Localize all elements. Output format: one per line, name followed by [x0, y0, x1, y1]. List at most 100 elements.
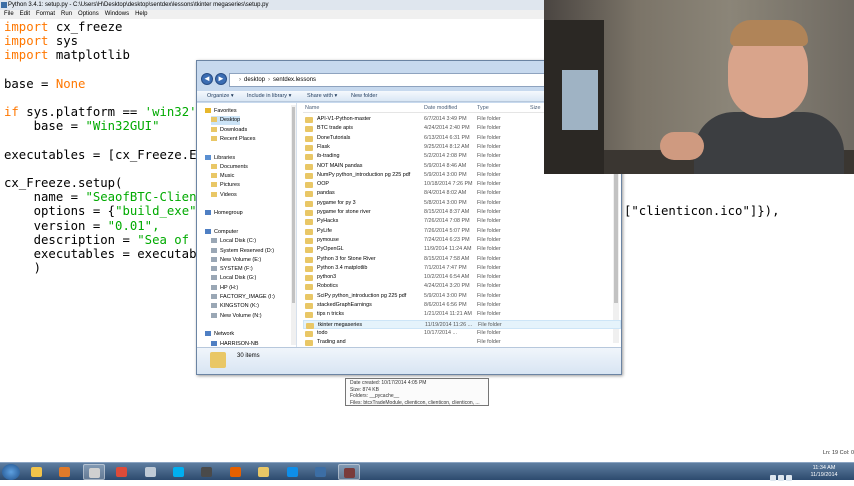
file-row[interactable]: tkinter megaseries 11/19/2014 11:26 ... Fi… [303, 319, 621, 329]
column-name[interactable]: Name [305, 105, 319, 111]
nav-item-system-f-[interactable]: SYSTEM (F:) [211, 265, 253, 274]
nav-item-system-reserved-d-[interactable]: System Reserved (D:) [211, 247, 274, 256]
column-type[interactable]: Type [477, 105, 489, 111]
folder-icon [210, 352, 226, 368]
file-row[interactable]: pandas 8/4/2014 8:02 AM File folder [303, 189, 621, 198]
taskbar-button[interactable] [196, 464, 218, 480]
forward-button[interactable]: ► [215, 73, 227, 85]
taskbar-button[interactable] [82, 464, 105, 480]
code-line: if sys.platform == 'win32' [4, 105, 197, 119]
clock[interactable]: 11:34 AM 11/19/2014 [804, 465, 844, 479]
code-area[interactable]: import cx_freeze import sys import matplot… [4, 20, 197, 275]
file-row[interactable]: pygame for stone river 8/15/2014 8:37 AM F… [303, 208, 621, 217]
nav-item-desktop[interactable]: Desktop [211, 116, 241, 126]
notepad-icon [144, 467, 156, 477]
taskbar-button[interactable] [26, 464, 48, 480]
file-type: File folder [477, 143, 501, 150]
menu-format[interactable]: Format [36, 11, 55, 17]
menu-options[interactable]: Options [78, 11, 99, 17]
file-date: 10/2/2014 6:54 AM [424, 274, 470, 281]
nav-item-new-volume-e-[interactable]: New Volume (E:) [211, 256, 261, 265]
nav-item-favorites[interactable]: Favorites [205, 107, 237, 116]
file-row[interactable]: Python 3.4 matplotlib 7/1/2014 7:47 PM Fil… [303, 264, 621, 273]
nav-item-recent-places[interactable]: Recent Places [211, 135, 255, 144]
file-row[interactable]: Robotics 4/24/2014 3:20 PM File folder [303, 282, 621, 291]
nav-item-hp-h-[interactable]: HP (H:) [211, 284, 238, 293]
nav-item-libraries[interactable]: Libraries [205, 154, 235, 163]
nav-item-music[interactable]: Music [211, 172, 234, 181]
back-button[interactable]: ◄ [201, 73, 213, 85]
folder-icon [305, 126, 313, 133]
file-type: File folder [477, 190, 501, 197]
flag-tray-icon[interactable] [786, 475, 792, 481]
nav-item-factory-image-i-[interactable]: FACTORY_IMAGE (I:) [211, 293, 275, 302]
nav-item-local-disk-c-[interactable]: Local Disk (C:) [211, 237, 256, 246]
taskbar-button[interactable] [253, 464, 275, 480]
organize-button[interactable]: Organize ▾ [207, 91, 234, 102]
menu-file[interactable]: File [4, 11, 14, 17]
nav-item-homegroup[interactable]: Homegroup [205, 209, 243, 218]
nav-item-videos[interactable]: Videos [211, 191, 237, 200]
breadcrumb-sentdex-lessons[interactable]: sentdex.lessons [273, 77, 316, 83]
breadcrumb-desktop[interactable]: desktop [244, 77, 265, 83]
menu-run[interactable]: Run [61, 11, 72, 17]
file-row[interactable]: PyHacks 7/26/2014 7:08 PM File folder [303, 217, 621, 226]
taskbar-button[interactable] [111, 464, 133, 480]
file-row[interactable]: SciPy python_introduction pg 225 pdf 5/9/… [303, 292, 621, 301]
file-row[interactable]: OOP 10/18/2014 7:26 PM File folder [303, 180, 621, 189]
nav-scrollbar[interactable] [291, 105, 296, 345]
nav-scroll-thumb[interactable] [292, 107, 295, 303]
file-row[interactable]: pymouse 7/24/2014 6:23 PM File folder [303, 236, 621, 245]
file-row[interactable]: tips n tricks 1/21/2014 11:21 AM File fold… [303, 310, 621, 319]
nav-item-pictures[interactable]: Pictures [211, 181, 240, 190]
menu-windows[interactable]: Windows [105, 11, 129, 17]
file-row[interactable]: stackedGraphEarnings 8/6/2014 6:56 PM File… [303, 301, 621, 310]
nav-item-computer[interactable]: Computer [205, 228, 238, 237]
drive-icon [211, 303, 217, 309]
code-line: base = None [4, 77, 197, 91]
taskbar-button[interactable] [282, 464, 304, 480]
file-type: File folder [477, 153, 501, 160]
column-date-modified[interactable]: Date modified [424, 105, 457, 111]
nav-item-local-disk-g-[interactable]: Local Disk (G:) [211, 274, 256, 283]
nav-item-kingston-k-[interactable]: KINGSTON (K:) [211, 302, 259, 311]
taskbar-button[interactable] [168, 464, 190, 480]
background-monitor [562, 70, 598, 130]
person-hand [660, 132, 704, 160]
menu-edit[interactable]: Edit [20, 11, 30, 17]
include-in-library-button[interactable]: Include in library ▾ [247, 91, 291, 102]
taskbar-button[interactable] [54, 464, 76, 480]
taskbar-button[interactable] [338, 464, 361, 480]
nav-item-documents[interactable]: Documents [211, 163, 248, 172]
share-with-button[interactable]: Share with ▾ [307, 91, 337, 102]
taskbar-button[interactable] [140, 464, 162, 480]
column-size[interactable]: Size [530, 105, 541, 111]
file-row[interactable]: python3 10/2/2014 6:54 AM File folder [303, 273, 621, 282]
file-row[interactable]: todo 10/17/2014 ... File folder [303, 329, 621, 338]
music-icon [211, 173, 217, 179]
file-row[interactable]: Python 3 for Stone River 8/15/2014 7:58 A… [303, 255, 621, 264]
nav-item-new-volume-n-[interactable]: New Volume (N:) [211, 312, 262, 321]
code-line: executables = [cx_Freeze.E [4, 148, 197, 162]
nav-item-label: Local Disk (C:) [220, 238, 257, 245]
network-tray-icon[interactable] [770, 475, 776, 481]
file-row[interactable]: PyLife 7/26/2014 5:07 PM File folder [303, 227, 621, 236]
nav-item-network[interactable]: Network [205, 330, 234, 339]
menu-help[interactable]: Help [135, 11, 147, 17]
clock-date: 11/19/2014 [810, 472, 838, 478]
address-bar[interactable]: › desktop › sentdex.lessons [229, 73, 549, 87]
new-folder-button[interactable]: New folder [351, 91, 377, 102]
code-keyword: import [4, 34, 49, 49]
file-name: API-V1-Python-master [317, 116, 371, 122]
nav-item-label: FACTORY_IMAGE (I:) [220, 294, 275, 300]
file-row[interactable]: PyOpenGL 11/9/2014 11:24 AM File folder [303, 245, 621, 254]
file-row[interactable]: pygame for py 3 5/8/2014 3:00 PM File fold… [303, 199, 621, 208]
start-button[interactable] [2, 464, 20, 480]
taskbar-button[interactable] [310, 464, 332, 480]
code-text: cx_freeze [48, 20, 123, 34]
taskbar-button[interactable] [225, 464, 247, 480]
nav-item-downloads[interactable]: Downloads [211, 126, 247, 135]
folder-icon [305, 228, 313, 235]
system-tray [770, 468, 800, 481]
volume-tray-icon[interactable] [778, 475, 784, 481]
